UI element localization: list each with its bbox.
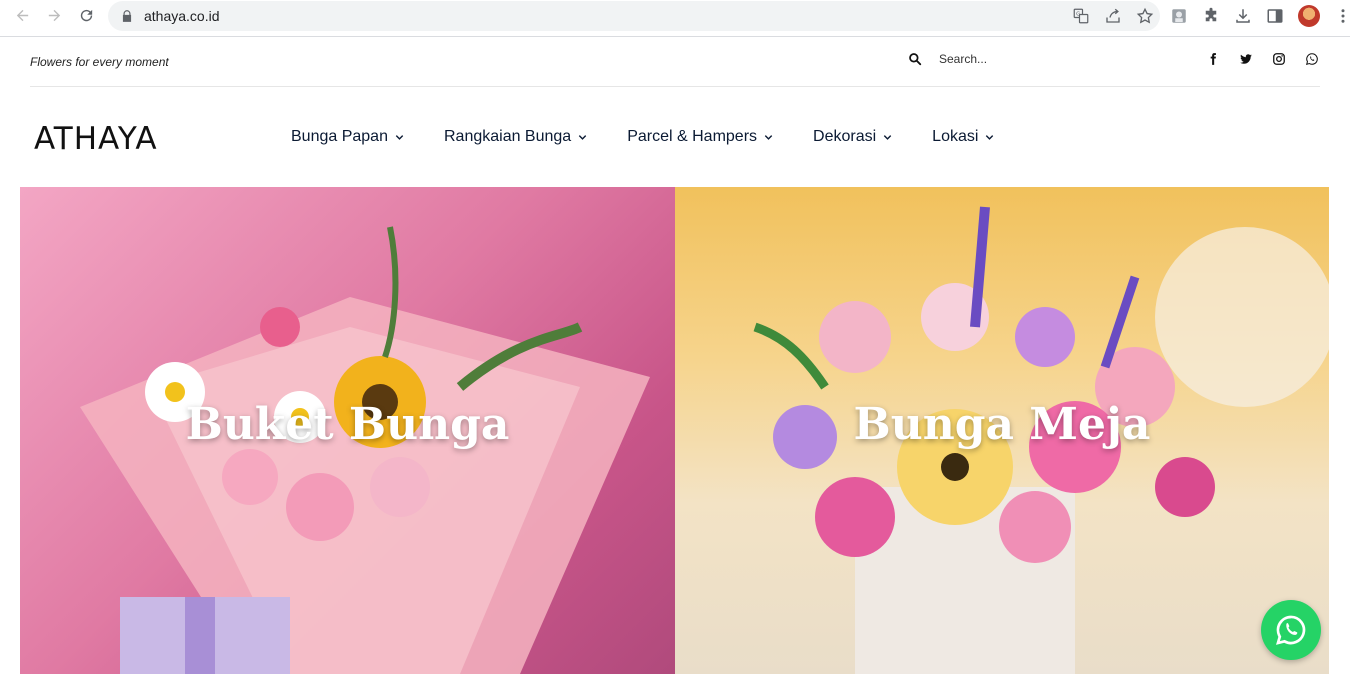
chevron-down-icon	[984, 132, 995, 143]
svg-text:G: G	[1076, 12, 1080, 18]
chevron-down-icon	[882, 132, 893, 143]
nav-item-label: Bunga Papan	[291, 128, 388, 145]
url-text[interactable]: athaya.co.id	[144, 8, 220, 24]
search-input[interactable]	[939, 52, 1089, 66]
avatar[interactable]	[1298, 4, 1320, 27]
share-icon[interactable]	[1104, 7, 1122, 25]
nav-item-lokasi[interactable]: Lokasi	[932, 128, 995, 146]
nav-item-label: Dekorasi	[813, 128, 877, 145]
address-bar[interactable]: athaya.co.id G	[108, 1, 1160, 31]
puzzle-icon[interactable]	[1202, 7, 1220, 25]
download-icon[interactable]	[1234, 7, 1252, 25]
tile-title: Buket Bunga	[185, 399, 510, 450]
forward-icon[interactable]	[38, 0, 70, 31]
more-menu-icon[interactable]	[1334, 7, 1350, 25]
site-logo[interactable]: ATHAYA	[34, 121, 158, 157]
nav-item-rangkaian-bunga[interactable]: Rangkaian Bunga	[444, 128, 588, 146]
chevron-down-icon	[763, 132, 774, 143]
whatsapp-chat-button[interactable]	[1261, 600, 1321, 660]
nav-item-label: Rangkaian Bunga	[443, 128, 572, 145]
tile-title: Bunga Meja	[853, 399, 1151, 450]
side-panel-icon[interactable]	[1266, 7, 1284, 25]
facebook-icon[interactable]	[1206, 52, 1220, 66]
back-icon[interactable]	[6, 0, 38, 31]
category-tile-buket-bunga[interactable]: Buket Bunga	[20, 187, 675, 674]
tagline: Flowers for every moment	[30, 54, 169, 69]
topbar: Flowers for every moment	[30, 37, 1320, 87]
nav-item-label: Lokasi	[932, 128, 979, 145]
twitter-icon[interactable]	[1239, 52, 1253, 66]
nav-item-dekorasi[interactable]: Dekorasi	[813, 128, 893, 146]
lock-icon[interactable]	[120, 9, 134, 23]
browser-toolbar: athaya.co.id G	[0, 0, 1350, 31]
nav-item-label: Parcel & Hampers	[627, 128, 758, 145]
nav-item-bunga-papan[interactable]: Bunga Papan	[291, 128, 405, 146]
search-icon[interactable]	[908, 52, 922, 66]
whatsapp-icon[interactable]	[1305, 52, 1319, 66]
chevron-down-icon	[394, 132, 405, 143]
extension-profile-icon[interactable]	[1170, 7, 1188, 25]
bookmark-star-icon[interactable]	[1136, 7, 1154, 25]
nav-item-parcel-hampers[interactable]: Parcel & Hampers	[627, 128, 774, 146]
reload-icon[interactable]	[70, 0, 102, 31]
social-links	[1206, 52, 1319, 66]
whatsapp-icon	[1276, 615, 1306, 645]
category-tile-bunga-meja[interactable]: Bunga Meja	[675, 187, 1329, 674]
chevron-down-icon	[577, 132, 588, 143]
search-box[interactable]	[908, 52, 1089, 66]
main-nav: Bunga Papan Rangkaian Bunga Parcel & Ham…	[291, 128, 1034, 146]
instagram-icon[interactable]	[1272, 52, 1286, 66]
translate-icon[interactable]: G	[1072, 7, 1090, 25]
